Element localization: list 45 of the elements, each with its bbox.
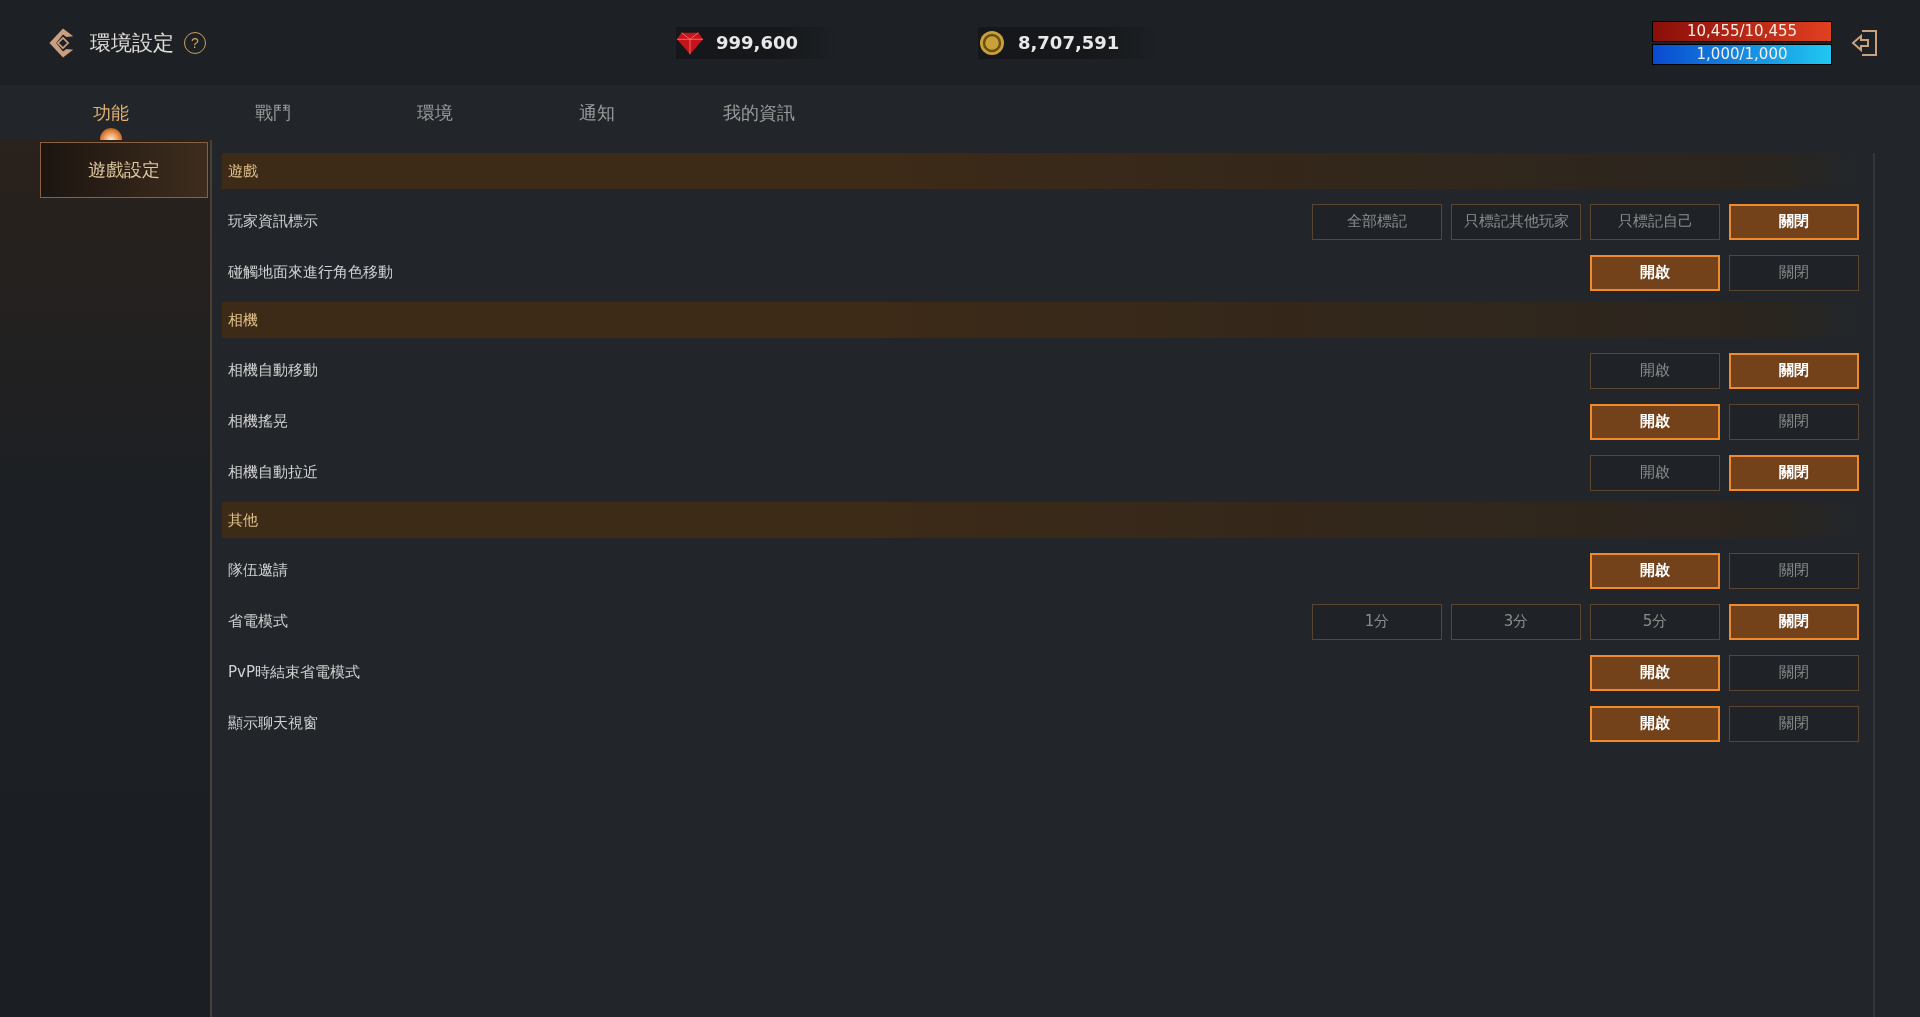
option-button[interactable]: 關閉 bbox=[1729, 203, 1859, 240]
setting-label: 顯示聊天視窗 bbox=[228, 714, 318, 733]
option-button[interactable]: 關閉 bbox=[1729, 552, 1859, 589]
tab[interactable]: 環境 bbox=[354, 85, 516, 140]
sidebar-item[interactable]: 遊戲設定 bbox=[40, 142, 208, 198]
health-bar: 10,455/10,455 bbox=[1652, 20, 1832, 42]
option-button[interactable]: 5分 bbox=[1590, 603, 1720, 640]
option-button[interactable]: 關閉 bbox=[1729, 454, 1859, 491]
tab[interactable]: 通知 bbox=[516, 85, 678, 140]
option-button[interactable]: 開啟 bbox=[1590, 352, 1720, 389]
option-button[interactable]: 1分 bbox=[1312, 603, 1442, 640]
option-button[interactable]: 關閉 bbox=[1729, 254, 1859, 291]
setting-label: 相機自動拉近 bbox=[228, 463, 318, 482]
option-button[interactable]: 開啟 bbox=[1590, 454, 1720, 491]
option-button[interactable]: 3分 bbox=[1451, 603, 1581, 640]
option-button[interactable]: 全部標記 bbox=[1312, 203, 1442, 240]
setting-label: 隊伍邀請 bbox=[228, 561, 288, 580]
currency-amount: 8,707,591 bbox=[1018, 32, 1120, 53]
setting-label: 碰觸地面來進行角色移動 bbox=[228, 263, 393, 282]
option-button[interactable]: 開啟 bbox=[1590, 254, 1720, 291]
tab[interactable]: 我的資訊 bbox=[678, 85, 840, 140]
window-title: 環境設定 bbox=[90, 29, 174, 57]
option-button[interactable]: 關閉 bbox=[1729, 603, 1859, 640]
option-button[interactable]: 開啟 bbox=[1590, 705, 1720, 742]
mana-bar: 1,000/1,000 bbox=[1652, 43, 1832, 65]
setting-label: 相機自動移動 bbox=[228, 361, 318, 380]
setting-label: PvP時結束省電模式 bbox=[228, 663, 360, 682]
ornament-icon bbox=[100, 128, 122, 140]
tab[interactable]: 功能 bbox=[30, 85, 192, 140]
option-button[interactable]: 只標記其他玩家 bbox=[1451, 203, 1581, 240]
currency-amount: 999,600 bbox=[716, 32, 798, 53]
option-button[interactable]: 開啟 bbox=[1590, 654, 1720, 691]
setting-label: 省電模式 bbox=[228, 612, 288, 631]
setting-label: 玩家資訊標示 bbox=[228, 212, 318, 231]
tab[interactable]: 戰鬥 bbox=[192, 85, 354, 140]
option-button[interactable]: 關閉 bbox=[1729, 352, 1859, 389]
option-button[interactable]: 關閉 bbox=[1729, 705, 1859, 742]
coin-icon bbox=[978, 29, 1006, 56]
option-button[interactable]: 開啟 bbox=[1590, 403, 1720, 440]
exit-icon[interactable] bbox=[1850, 27, 1880, 58]
option-button[interactable]: 關閉 bbox=[1729, 654, 1859, 691]
setting-label: 相機搖晃 bbox=[228, 412, 288, 431]
option-button[interactable]: 只標記自己 bbox=[1590, 203, 1720, 240]
option-button[interactable]: 關閉 bbox=[1729, 403, 1859, 440]
option-button[interactable]: 開啟 bbox=[1590, 552, 1720, 589]
